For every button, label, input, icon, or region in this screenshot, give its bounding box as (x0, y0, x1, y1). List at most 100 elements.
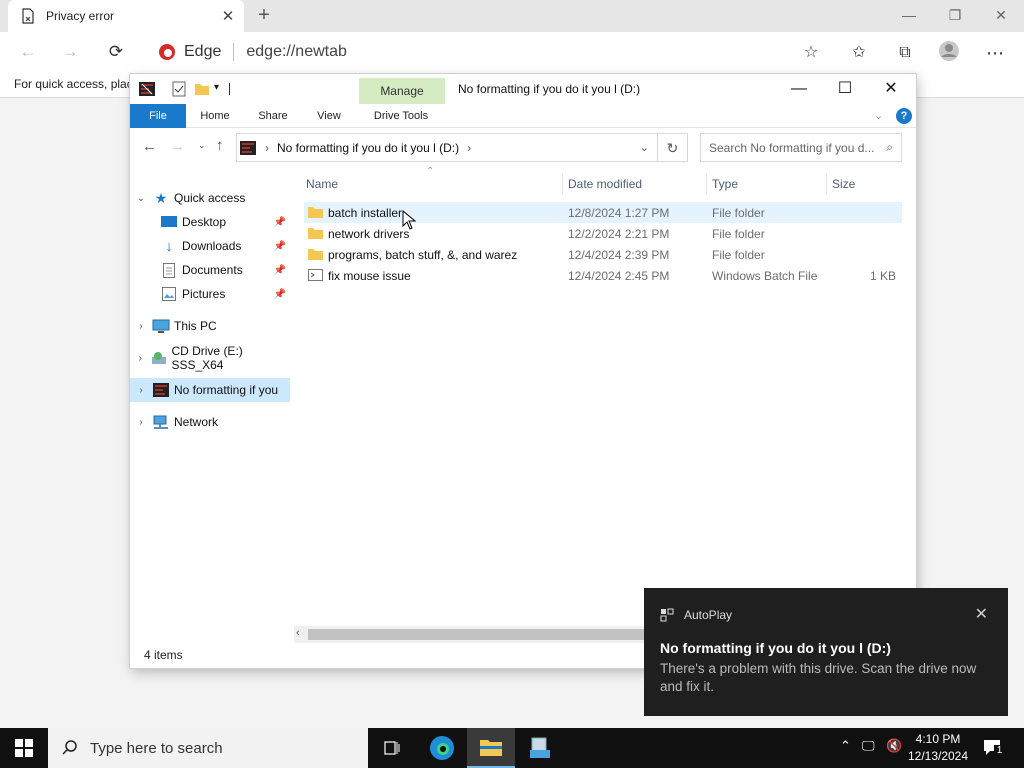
expand-chevron-icon[interactable]: › (130, 385, 152, 396)
new-folder-icon[interactable] (194, 80, 210, 98)
nav-network[interactable]: › Network (130, 410, 290, 434)
manage-tab[interactable]: Manage (359, 78, 445, 105)
page-error-icon (22, 8, 34, 24)
explorer-address-bar[interactable]: › No formatting if you do it you l (D:) … (236, 133, 658, 162)
status-item-count: 4 items (144, 648, 183, 662)
back-icon[interactable]: ← (16, 40, 40, 64)
back-arrow-icon[interactable]: ← (142, 138, 157, 155)
tab-close-icon[interactable]: ✕ (218, 7, 238, 25)
navigation-row: ← → ⌄ ↑ › No formatting if you do it you… (130, 130, 916, 166)
nav-quick-access[interactable]: ⌄ ★ Quick access (130, 186, 290, 210)
explorer-maximize-button[interactable]: ☐ (822, 74, 868, 104)
taskbar-app-button[interactable] (516, 728, 564, 768)
search-icon (62, 740, 77, 755)
nav-label: This PC (174, 319, 217, 333)
expand-chevron-icon[interactable]: › (130, 353, 151, 364)
file-explorer-window: ▾ Manage No formatting if you do it you … (130, 74, 916, 668)
nav-downloads[interactable]: ↓ Downloads 📌 (130, 234, 290, 258)
network-status-icon[interactable]: 🖵 (862, 738, 875, 754)
explorer-close-button[interactable]: ✕ (868, 74, 914, 104)
installer-icon (530, 737, 550, 758)
windows-logo-icon (15, 739, 33, 757)
explorer-minimize-button[interactable]: — (776, 74, 822, 104)
computer-icon (152, 318, 170, 334)
toast-close-icon[interactable]: ✕ (975, 604, 988, 624)
file-row[interactable]: fix mouse issue 12/4/2024 2:45 PM Window… (304, 265, 902, 286)
tab-file[interactable]: File (130, 104, 186, 128)
expand-chevron-icon[interactable]: › (130, 417, 152, 428)
horizontal-scrollbar[interactable]: ‹ (294, 626, 652, 643)
pin-icon: 📌 (273, 216, 286, 228)
nav-no-formatting-drive[interactable]: › No formatting if you (130, 378, 290, 402)
favorites-icon[interactable]: ✩ (846, 40, 872, 66)
notification-center-button[interactable]: 1 (982, 737, 1005, 757)
refresh-icon[interactable]: ⟳ (104, 40, 128, 64)
show-hidden-icons-icon[interactable]: ⌃ (840, 738, 851, 754)
scrollbar-thumb[interactable] (308, 629, 652, 640)
folder-icon (308, 228, 323, 239)
qat-divider (229, 83, 230, 95)
file-row[interactable]: network drivers 12/2/2024 2:21 PM File f… (304, 223, 902, 244)
new-tab-button[interactable]: + (252, 4, 276, 28)
tab-drive-tools[interactable]: Drive Tools (362, 104, 440, 128)
system-clock[interactable]: 4:10 PM 12/13/2024 (906, 731, 970, 765)
url-text[interactable]: edge://newtab (246, 43, 347, 61)
cd-drive-icon (151, 350, 168, 366)
start-button[interactable] (0, 728, 48, 768)
file-type: File folder (712, 227, 765, 241)
browser-restore-button[interactable]: ❐ (932, 0, 978, 30)
refresh-button[interactable]: ↻ (658, 133, 688, 162)
document-icon (160, 262, 178, 278)
tab-home[interactable]: Home (192, 104, 238, 128)
collections-icon[interactable]: ⧉ (892, 40, 918, 66)
nav-label: Documents (182, 263, 243, 277)
ribbon-expand-icon[interactable]: ⌄ (874, 109, 883, 122)
forward-arrow-icon[interactable]: → (170, 138, 185, 155)
file-row[interactable]: programs, batch stuff, &, and warez 12/4… (304, 244, 902, 265)
nav-desktop[interactable]: Desktop 📌 (130, 210, 290, 234)
taskbar-file-explorer-button[interactable] (467, 728, 515, 768)
expand-chevron-icon[interactable]: ⌄ (130, 193, 152, 204)
task-view-icon (384, 741, 400, 755)
volume-muted-icon[interactable]: 🔇 (886, 738, 902, 754)
edge-brand-label: Edge (184, 43, 222, 60)
pin-icon: 📌 (273, 288, 286, 300)
properties-icon[interactable] (172, 80, 186, 98)
browser-minimize-button[interactable]: — (886, 0, 932, 30)
expand-chevron-icon[interactable]: › (130, 321, 152, 332)
autoplay-notification[interactable]: AutoPlay ✕ No formatting if you do it yo… (644, 588, 1008, 716)
search-input[interactable]: Search No formatting if you d... ⌕ (700, 133, 902, 162)
up-arrow-icon[interactable]: ↑ (216, 137, 224, 154)
toast-app-name: AutoPlay (684, 608, 733, 622)
nav-pictures[interactable]: Pictures 📌 (130, 282, 290, 306)
path-chevron-icon[interactable]: › (467, 141, 471, 155)
tab-privacy-error[interactable]: Privacy error ✕ (8, 0, 244, 32)
nav-this-pc[interactable]: › This PC (130, 314, 290, 338)
help-icon[interactable]: ? (896, 108, 912, 124)
profile-avatar[interactable] (936, 40, 962, 66)
tab-view[interactable]: View (306, 104, 352, 128)
browser-close-button[interactable]: ✕ (978, 0, 1024, 30)
recent-locations-icon[interactable]: ⌄ (198, 140, 206, 151)
more-menu-icon[interactable]: ⋯ (982, 40, 1008, 66)
taskbar: Type here to search ⌃ 🖵 🔇 4:10 PM 12/13/… (0, 728, 1024, 768)
nav-cd-drive[interactable]: › CD Drive (E:) SSS_X64 (130, 344, 290, 372)
favorite-star-icon[interactable]: ☆ (798, 40, 824, 66)
address-drive-icon (240, 140, 256, 155)
scroll-left-icon[interactable]: ‹ (296, 627, 300, 639)
taskbar-edge-button[interactable] (418, 728, 466, 768)
file-row[interactable]: batch installer 12/8/2024 1:27 PM File f… (304, 202, 902, 223)
star-icon: ★ (154, 189, 168, 206)
task-view-button[interactable] (368, 728, 416, 768)
tab-share[interactable]: Share (250, 104, 296, 128)
nav-documents[interactable]: Documents 📌 (130, 258, 290, 282)
address-dropdown-icon[interactable]: ⌄ (640, 141, 649, 154)
desktop-icon (160, 214, 178, 230)
drive-icon (139, 82, 155, 96)
quick-access-toolbar-dropdown-icon[interactable]: ▾ (214, 82, 219, 100)
address-bar[interactable]: Edge edge://newtab (146, 36, 830, 68)
pin-icon: 📌 (273, 264, 286, 276)
taskbar-search-box[interactable]: Type here to search (48, 728, 368, 768)
forward-icon[interactable]: → (58, 40, 82, 64)
nav-label: Desktop (182, 215, 227, 229)
